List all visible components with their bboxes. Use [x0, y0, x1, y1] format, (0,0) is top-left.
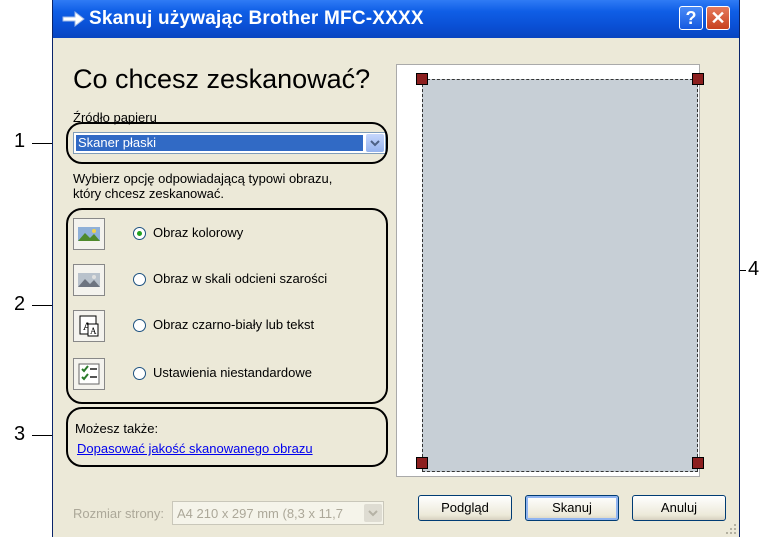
callout-1: 1 — [14, 130, 26, 152]
help-button[interactable]: ? — [679, 6, 703, 30]
scan-arrow-icon — [62, 10, 85, 28]
page-size-select: A4 210 x 297 mm (8,3 x 11,7 — [172, 501, 384, 525]
instruction-line-2: który chcesz zeskanować. — [73, 186, 225, 201]
callout-2: 2 — [14, 293, 26, 315]
callout-outline-2 — [66, 208, 388, 404]
page-title: Co chcesz zeskanować? — [73, 64, 371, 94]
callout-3: 3 — [14, 423, 26, 445]
title-bar[interactable]: Skanuj używając Brother MFC-XXXX ? ✕ — [53, 0, 739, 38]
cancel-button[interactable]: Anuluj — [632, 495, 726, 521]
scan-area[interactable] — [422, 79, 698, 472]
instruction-line-1: Wybierz opcję odpowiadającą typowi obraz… — [73, 171, 333, 186]
close-button[interactable]: ✕ — [706, 6, 730, 30]
chevron-down-icon — [364, 504, 382, 522]
scan-button[interactable]: Skanuj — [525, 495, 619, 521]
page-size-value: A4 210 x 297 mm (8,3 x 11,7 — [177, 506, 343, 521]
preview-pane[interactable] — [396, 64, 704, 477]
crop-handle-top-right[interactable] — [692, 73, 704, 85]
crop-handle-top-left[interactable] — [416, 73, 428, 85]
window-title: Skanuj używając Brother MFC-XXXX — [89, 8, 424, 29]
resize-grip-icon[interactable] — [725, 523, 737, 535]
callout-outline-1 — [66, 122, 388, 164]
crop-handle-bottom-right[interactable] — [692, 457, 704, 469]
page-size-label: Rozmiar strony: — [73, 506, 165, 521]
callout-outline-3 — [66, 407, 388, 467]
crop-handle-bottom-left[interactable] — [416, 457, 428, 469]
preview-button[interactable]: Podgląd — [418, 495, 512, 521]
callout-4: 4 — [748, 258, 760, 280]
